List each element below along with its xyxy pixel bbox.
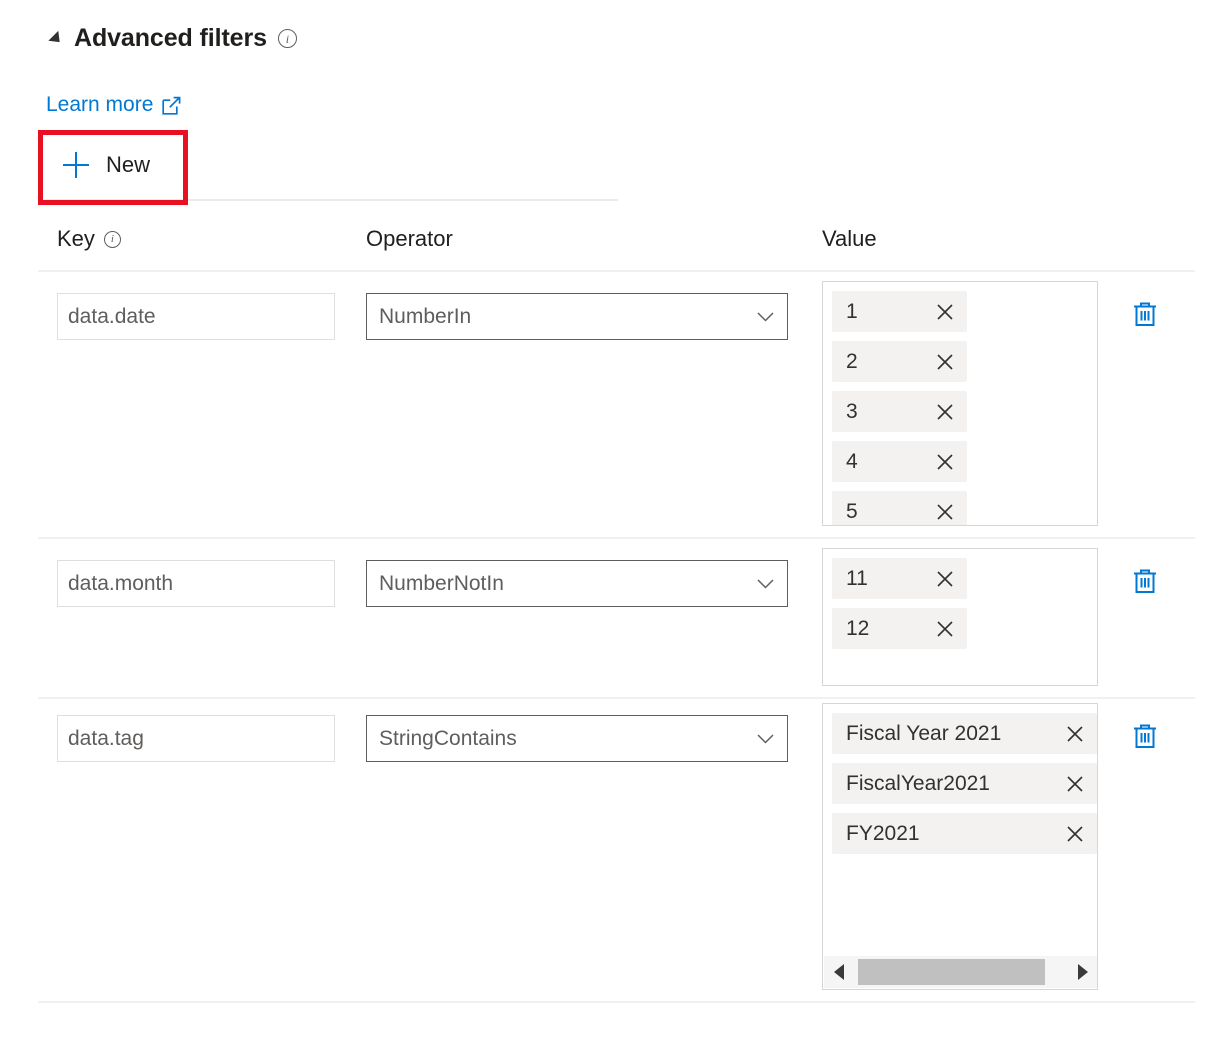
filter-value-chip-label: 12: [846, 618, 869, 639]
filter-operator-dropdown[interactable]: NumberIn: [366, 293, 788, 340]
delete-filter-row-button[interactable]: [1128, 564, 1162, 598]
filter-key-input[interactable]: [57, 293, 335, 340]
filter-row: NumberIn 1 2 3 4 5: [0, 281, 1219, 526]
filter-value-chip-label: 5: [846, 501, 858, 522]
key-info-icon[interactable]: i: [104, 231, 121, 248]
filter-table-header: Key i Operator Value: [0, 226, 1219, 266]
filter-value-chip[interactable]: FiscalYear2021: [832, 763, 1097, 804]
chip-remove-close-icon[interactable]: [1064, 773, 1086, 795]
chevron-down-icon: [757, 312, 774, 322]
delete-filter-row-button[interactable]: [1128, 719, 1162, 753]
filter-value-chip[interactable]: 1: [832, 291, 967, 332]
column-header-operator-label: Operator: [366, 226, 453, 252]
column-header-value: Value: [822, 226, 877, 252]
row-divider: [38, 537, 1195, 539]
filter-value-chip-label: 2: [846, 351, 858, 372]
filter-value-chip-label: Fiscal Year 2021: [846, 723, 1001, 744]
filter-values-box[interactable]: Fiscal Year 2021 FiscalYear2021 FY2021: [822, 703, 1098, 990]
row-divider: [38, 697, 1195, 699]
page-title: Advanced filters: [74, 26, 267, 51]
learn-more-link[interactable]: Learn more: [46, 93, 181, 117]
filter-operator-value: NumberNotIn: [379, 572, 504, 596]
column-header-key-label: Key: [57, 226, 95, 252]
filter-row: NumberNotIn 11 12: [0, 548, 1219, 686]
chip-remove-close-icon[interactable]: [934, 501, 956, 523]
delete-trash-icon: [1130, 299, 1160, 329]
filter-key-input[interactable]: [57, 715, 335, 762]
chip-remove-close-icon[interactable]: [934, 301, 956, 323]
filter-value-chip-label: FiscalYear2021: [846, 773, 990, 794]
chevron-down-icon: [757, 579, 774, 589]
delete-trash-icon: [1130, 566, 1160, 596]
filter-value-chip-label: 4: [846, 451, 858, 472]
filter-value-chip[interactable]: 3: [832, 391, 967, 432]
filter-value-chip[interactable]: Fiscal Year 2021: [832, 713, 1097, 754]
external-link-icon: [162, 96, 181, 115]
chip-remove-close-icon[interactable]: [934, 351, 956, 373]
filter-operator-value: NumberIn: [379, 305, 471, 329]
filter-operator-dropdown[interactable]: NumberNotIn: [366, 560, 788, 607]
scrollbar-track[interactable]: [854, 956, 1068, 988]
chip-remove-close-icon[interactable]: [934, 568, 956, 590]
chevron-down-icon: [757, 734, 774, 744]
filter-value-chip-label: 11: [846, 568, 868, 589]
new-filter-button[interactable]: New: [45, 132, 168, 198]
learn-more-label: Learn more: [46, 93, 153, 117]
chip-remove-close-icon[interactable]: [934, 451, 956, 473]
chip-remove-close-icon[interactable]: [934, 401, 956, 423]
new-filter-button-label: New: [106, 152, 150, 178]
chip-remove-close-icon[interactable]: [1064, 823, 1086, 845]
filter-values-box[interactable]: 11 12: [822, 548, 1098, 686]
filter-value-chip[interactable]: 5: [832, 491, 967, 526]
plus-icon: [63, 152, 89, 178]
filter-value-chip-label: 1: [846, 301, 858, 322]
row-divider: [38, 1001, 1195, 1003]
delete-trash-icon: [1130, 721, 1160, 751]
filter-key-input[interactable]: [57, 560, 335, 607]
filter-value-chip-label: 3: [846, 401, 858, 422]
filter-value-chip-label: FY2021: [846, 823, 920, 844]
filter-value-chip[interactable]: 2: [832, 341, 967, 382]
filter-value-chip[interactable]: FY2021: [832, 813, 1097, 854]
chip-remove-close-icon[interactable]: [1064, 723, 1086, 745]
column-header-key: Key i: [57, 226, 121, 252]
filter-row: StringContains Fiscal Year 2021 FiscalYear…: [0, 703, 1219, 990]
row-divider: [38, 270, 1195, 272]
column-header-operator: Operator: [366, 226, 453, 252]
scroll-right-arrow-icon[interactable]: [1068, 956, 1098, 988]
filter-value-chip[interactable]: 12: [832, 608, 967, 649]
scroll-left-arrow-icon[interactable]: [824, 956, 854, 988]
triangle-collapse-icon[interactable]: [48, 30, 64, 46]
filter-value-chip[interactable]: 11: [832, 558, 967, 599]
values-horizontal-scrollbar[interactable]: [824, 956, 1098, 988]
info-icon[interactable]: i: [278, 29, 297, 48]
filter-operator-dropdown[interactable]: StringContains: [366, 715, 788, 762]
filter-value-chip[interactable]: 4: [832, 441, 967, 482]
advanced-filters-section-header[interactable]: Advanced filters i: [52, 26, 297, 51]
delete-filter-row-button[interactable]: [1128, 297, 1162, 331]
chip-remove-close-icon[interactable]: [934, 618, 956, 640]
filters-command-bar: New: [45, 132, 618, 201]
filter-operator-value: StringContains: [379, 727, 517, 751]
column-header-value-label: Value: [822, 226, 877, 252]
scrollbar-thumb[interactable]: [858, 959, 1045, 985]
filter-values-box[interactable]: 1 2 3 4 5: [822, 281, 1098, 526]
